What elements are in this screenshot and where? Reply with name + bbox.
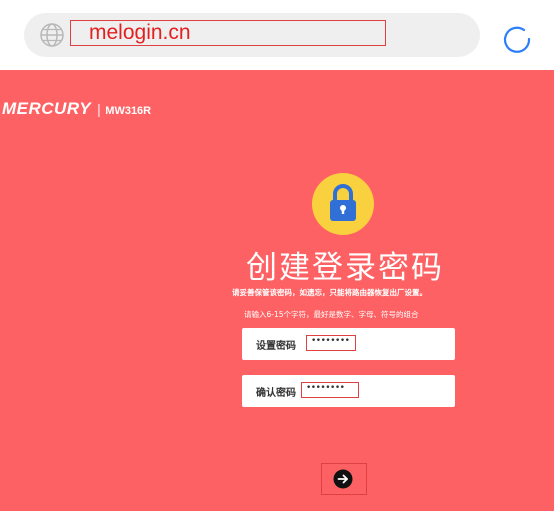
- confirm-password-field[interactable]: 确认密码 ••••••••: [242, 375, 455, 407]
- arrow-right-icon[interactable]: [333, 469, 353, 489]
- page-title: 创建登录密码: [246, 250, 444, 286]
- lock-icon: [330, 184, 356, 221]
- set-password-field[interactable]: 设置密码 ••••••••: [242, 328, 455, 360]
- brand-separator: |: [97, 101, 102, 117]
- globe-icon: [40, 23, 64, 47]
- router-model: MW316R: [105, 105, 152, 117]
- password-hint: 请输入6-15个字符，最好是数字、字母、符号的组合: [244, 310, 419, 319]
- confirm-password-label: 确认密码: [256, 388, 296, 399]
- password-warning: 请妥善保管该密码，如遗忘，只能将路由器恢复出厂设置。: [232, 288, 427, 297]
- set-password-input[interactable]: ••••••••: [306, 335, 356, 351]
- lock-badge: [312, 173, 374, 235]
- address-bar[interactable]: melogin.cn: [24, 13, 480, 57]
- set-password-label: 设置密码: [256, 341, 296, 352]
- url-text[interactable]: melogin.cn: [70, 20, 386, 46]
- confirm-password-input[interactable]: ••••••••: [301, 382, 359, 398]
- reload-icon[interactable]: [499, 21, 535, 57]
- brand-logo: MERCURY | MW316R: [2, 99, 151, 119]
- brand-name: MERCURY: [2, 99, 92, 118]
- router-login-page: MERCURY | MW316R 创建登录密码 请妥善保管该密码，如遗忘，只能将路由…: [0, 70, 554, 511]
- browser-toolbar: melogin.cn: [0, 0, 554, 70]
